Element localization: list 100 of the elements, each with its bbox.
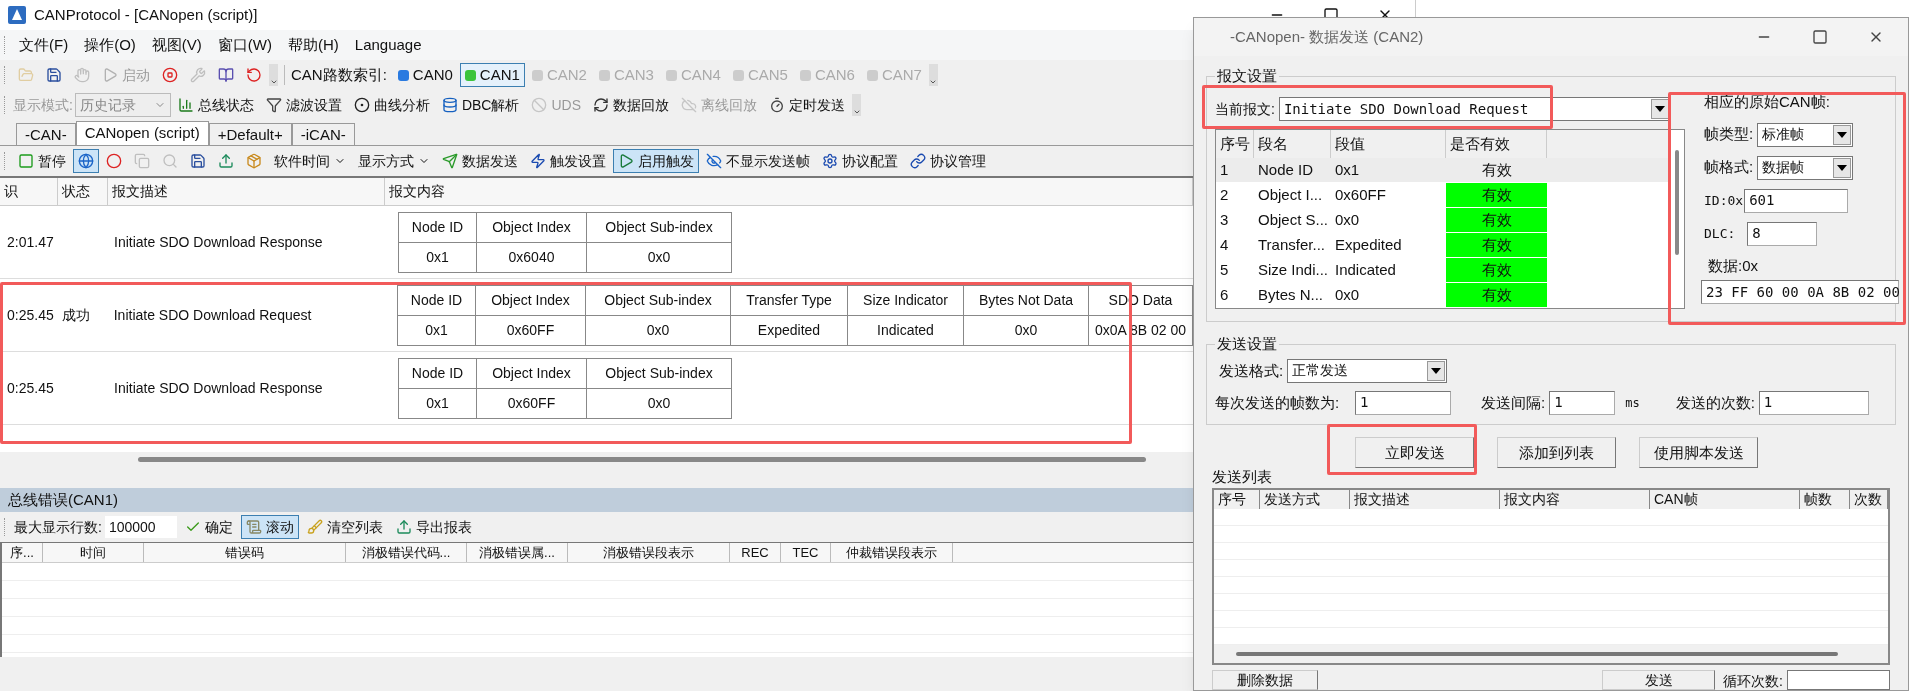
column-header[interactable]: CAN帧 [1650,490,1800,510]
field-row[interactable]: 1 Node ID 0x1 有效 [1216,158,1671,183]
save-icon [46,67,62,83]
toolbar-button[interactable]: 总线状态 [172,93,259,117]
text-field[interactable]: 1 [1758,390,1869,415]
column-header[interactable]: 报文内容 [1500,490,1650,510]
menu-item[interactable]: 窗口(W) [209,33,280,57]
column-header[interactable]: 识 [0,178,58,205]
action-button[interactable]: 添加到列表 [1497,437,1616,469]
folder-icon [18,67,34,83]
stop-icon [162,67,178,83]
dialog-title: -CANopen- 数据发送 (CAN2) [1230,26,1424,47]
column-header[interactable]: 报文描述 [108,178,385,205]
toolbar-button[interactable]: 协议配置 [817,149,903,173]
field-row[interactable]: 2 Object I... 0x60FF 有效 [1216,183,1671,208]
dropdown[interactable]: Initiate SDO Download Request [1278,97,1671,121]
scrollbar[interactable] [1236,652,1838,657]
toolbar-button[interactable]: 不显示发送帧 [701,149,815,173]
toolbar-button[interactable]: 清空列表 [301,515,388,539]
action-button[interactable]: 立即发送 [1355,437,1474,469]
column-header[interactable]: 序... [2,543,43,562]
tab[interactable]: -iCAN- [291,123,355,145]
column-header[interactable]: 报文描述 [1350,490,1500,510]
column-header[interactable]: 仲裁错误段表示 [831,543,953,562]
toolbar-button[interactable]: 滤波设置 [260,93,347,117]
dropdown[interactable]: 数据帧 [1757,155,1854,180]
table-cell: 成功 [61,306,90,323]
toolbar-button[interactable]: 暂停 [13,149,71,173]
table-cell: Indicated [1335,260,1396,278]
globe-button[interactable] [73,149,99,173]
column-header[interactable]: 消极错误属... [467,543,568,562]
delete-button[interactable]: 删除数据 [1212,670,1318,690]
menu-item[interactable]: Language [346,33,430,57]
toolbar-button[interactable]: 协议管理 [905,149,991,173]
text-field[interactable]: 23 FF 60 00 0A 8B 02 00 [1701,280,1899,304]
dropdown-button[interactable]: 软件时间 [269,149,351,173]
field-value: 0x60FF [477,388,587,419]
column-header[interactable]: REC [730,543,781,562]
toolbar-button[interactable]: 数据回放 [588,93,674,117]
column-header[interactable]: 状态 [58,178,108,205]
column-header[interactable]: 次数 [1850,490,1888,510]
text-field[interactable]: 8 [1747,221,1818,246]
toolbar-button[interactable]: 启用触发 [613,149,699,173]
menu-item[interactable]: 文件(F) [11,33,77,57]
toolbar-button[interactable]: DBC解析 [436,93,525,117]
field-value: 0x0 [586,315,731,346]
text-field[interactable]: 601 [1744,188,1849,213]
brush-icon [306,519,323,535]
menu-item[interactable]: 操作(O) [76,33,144,57]
field-row[interactable]: 6 Bytes N... 0x0 有效 [1216,283,1671,308]
send-button[interactable]: 发送 [1602,670,1715,690]
channel-button[interactable]: CAN1 [459,63,525,87]
copy-icon [134,153,150,169]
table-cell: 0x60FF [1335,185,1386,203]
scrollbar[interactable] [0,452,1193,466]
unit-label: ms [1625,394,1640,412]
column-header[interactable]: 时间 [43,543,144,562]
field-row[interactable]: 3 Object S... 0x0 有效 [1216,208,1671,233]
current-message-label: 当前报文: [1215,99,1275,119]
max-rows-field[interactable]: 100000 [104,516,177,538]
column-header[interactable]: 消极错误代码... [346,543,467,562]
validity-cell-text: 有效 [1480,159,1513,180]
toolbar-button[interactable]: 确定 [179,515,238,539]
toolbar-button[interactable]: 滚动 [240,515,299,539]
table-cell: 1 [1220,160,1229,178]
text-field[interactable]: 1 [1355,390,1451,415]
menu-item[interactable]: 视图(V) [143,33,210,57]
column-header[interactable]: 消极错误段表示 [568,543,730,562]
toolbar-button[interactable]: 定时发送 [764,93,850,117]
tab[interactable]: +Default+ [208,123,292,145]
tab[interactable]: -CAN- [16,123,76,145]
action-button[interactable]: 使用脚本发送 [1639,437,1758,469]
dropdown[interactable]: 正常发送 [1287,358,1448,383]
circle-icon [106,153,122,169]
eye-off-icon [706,153,722,169]
toolbar-button[interactable]: 曲线分析 [348,93,435,117]
column-header[interactable]: 错误码 [144,543,346,562]
maximize-icon[interactable] [1812,29,1828,45]
dropdown[interactable]: 标准帧 [1757,122,1854,147]
column-header[interactable]: TEC [781,543,831,562]
toolbar-button[interactable]: 触发设置 [525,149,611,173]
column-header[interactable]: 帧数 [1800,490,1850,510]
text-field[interactable]: 1 [1549,390,1616,415]
toolbar-button[interactable]: 数据发送 [437,149,523,173]
validity-cell: 有效 [1446,233,1547,257]
play-icon [618,153,634,169]
column-header[interactable]: 发送方式 [1260,490,1350,510]
field-value: 0x0 [964,315,1089,346]
column-header[interactable]: 序号 [1214,490,1260,510]
dropdown-button[interactable]: 显示方式 [353,149,435,173]
field-row[interactable]: 5 Size Indi... Indicated 有效 [1216,258,1671,283]
max-rows-label: 最大显示行数: [14,517,102,537]
mode-label: 显示模式: [13,95,73,115]
menu-item[interactable]: 帮助(H) [280,33,347,57]
toolbar-button[interactable]: 导出报表 [390,515,477,539]
field-row[interactable]: 4 Transfer... Expedited 有效 [1216,233,1671,258]
tab[interactable]: CANopen (script) [75,121,209,145]
channel-button[interactable]: CAN0 [392,63,458,87]
loop-count-field[interactable] [1786,670,1890,690]
table-cell: 2:01.47 [7,233,54,250]
